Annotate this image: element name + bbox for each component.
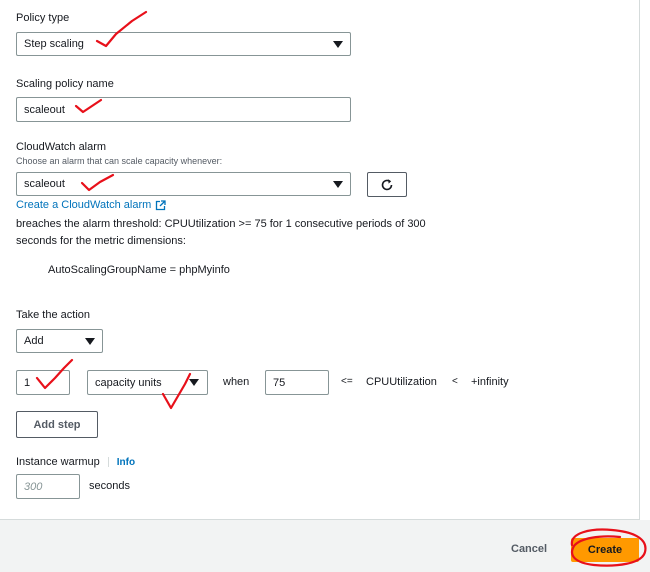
lower-bound-input[interactable]: 75 (265, 370, 329, 395)
add-step-button[interactable]: Add step (16, 411, 98, 438)
create-alarm-link[interactable]: Create a CloudWatch alarm (16, 199, 166, 211)
breach-description-line1: breaches the alarm threshold: CPUUtiliza… (16, 218, 426, 230)
action-select[interactable]: Add (16, 329, 103, 353)
create-alarm-link-text: Create a CloudWatch alarm (16, 199, 152, 211)
info-link[interactable]: Info (117, 457, 135, 468)
adjustment-unit-select[interactable]: capacity units (87, 370, 208, 395)
adjustment-unit-value: capacity units (95, 376, 162, 389)
create-button[interactable]: Create (571, 538, 639, 562)
instance-warmup-input[interactable]: 300 (16, 474, 80, 499)
warmup-unit: seconds (89, 480, 130, 492)
action-select-value: Add (24, 335, 44, 347)
policy-name-input[interactable]: scaleout (16, 97, 351, 122)
policy-type-select[interactable]: Step scaling (16, 32, 351, 56)
policy-type-value: Step scaling (24, 38, 84, 50)
external-link-icon (156, 199, 166, 210)
instance-warmup-placeholder: 300 (24, 480, 43, 493)
refresh-icon (381, 178, 393, 190)
upper-bound: +infinity (471, 376, 509, 388)
refresh-alarms-button[interactable] (367, 172, 407, 197)
divider (107, 457, 109, 467)
when-label: when (223, 376, 250, 388)
page: Policy type Step scaling Scaling policy … (0, 0, 650, 572)
chevron-down-icon (333, 181, 343, 188)
breach-description-line2: seconds for the metric dimensions: (16, 235, 186, 247)
footer: Cancel Create (0, 520, 650, 572)
adjustment-amount-input[interactable]: 1 (16, 370, 70, 395)
cloudwatch-alarm-description: Choose an alarm that can scale capacity … (16, 156, 223, 166)
cloudwatch-alarm-label: CloudWatch alarm (16, 141, 107, 153)
take-action-label: Take the action (16, 309, 90, 321)
policy-name-value: scaleout (24, 103, 65, 116)
policy-name-label: Scaling policy name (16, 78, 114, 90)
metric-name: CPUUtilization (366, 376, 437, 388)
instance-warmup-label: Instance warmup (16, 456, 100, 468)
adjustment-amount-value: 1 (24, 376, 31, 389)
lower-bound-value: 75 (273, 376, 286, 389)
lte-operator: <= (341, 376, 353, 387)
lt-operator: < (452, 376, 458, 387)
instance-warmup-header: Instance warmup Info (16, 456, 135, 468)
cloudwatch-alarm-value: scaleout (24, 178, 65, 190)
metric-dimension: AutoScalingGroupName = phpMyinfo (48, 264, 230, 276)
cloudwatch-alarm-select[interactable]: scaleout (16, 172, 351, 196)
chevron-down-icon (85, 338, 95, 345)
chevron-down-icon (333, 41, 343, 48)
form-panel: Policy type Step scaling Scaling policy … (0, 0, 640, 520)
chevron-down-icon (189, 379, 199, 386)
policy-type-label: Policy type (16, 12, 70, 24)
cancel-button[interactable]: Cancel (511, 543, 547, 555)
